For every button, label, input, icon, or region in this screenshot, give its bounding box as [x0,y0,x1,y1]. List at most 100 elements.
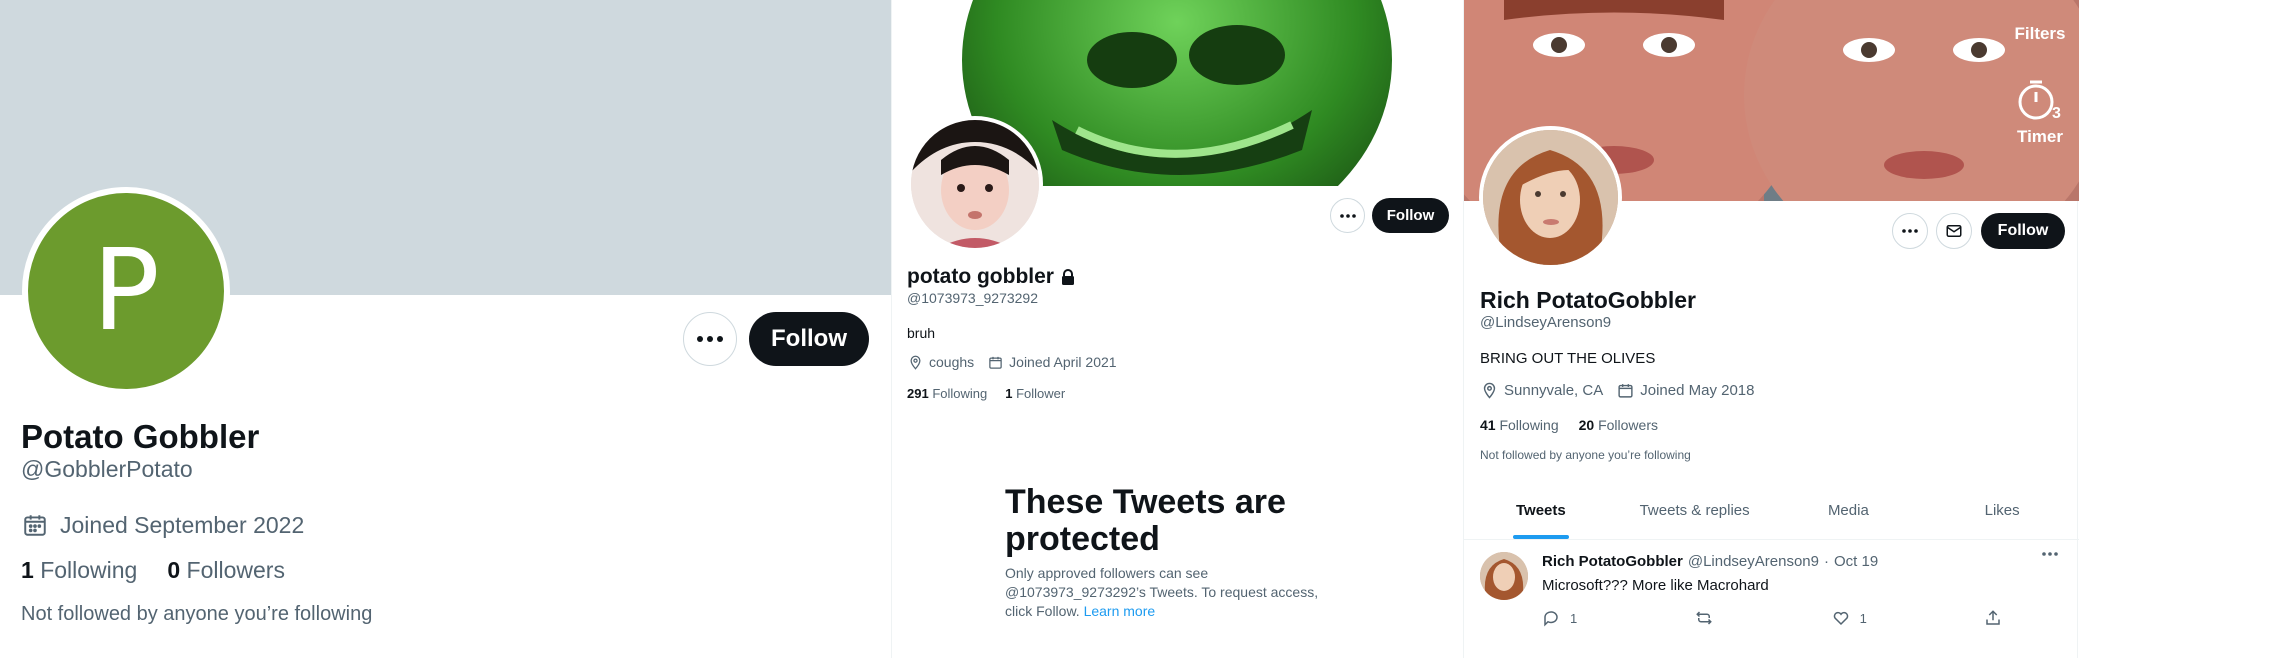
more-button[interactable] [1330,198,1365,233]
profile-meta: Sunnyvale, CA Joined May 2018 [1481,382,1754,399]
profile-panel-potato-gobbler: P Follow Potato Gobbler @GobblerPotato J… [0,0,891,658]
timer-overlay-label: Timer [2017,127,2063,146]
calendar-icon [1618,384,1633,398]
tweet-date[interactable]: Oct 19 [1834,553,1878,570]
filters-overlay: Filters [2012,24,2068,44]
profile-panel-potato-gobbler-protected: Follow potato gobbler @1073973_9273292 b… [891,0,1464,658]
location: coughs [908,354,974,370]
learn-more-link[interactable]: Learn more [1084,603,1156,619]
protected-body: Only approved followers can see @1073973… [1005,564,1345,621]
avatar-image [1483,130,1618,265]
avatar-image [911,120,1039,248]
following-label: Following [40,557,138,583]
display-name: Rich PotatoGobbler [1480,287,1696,313]
filters-overlay-label: Filters [2014,24,2066,43]
profile-tabs: Tweets Tweets & replies Media Likes [1464,482,2079,540]
avatar-letter: P [92,226,160,356]
tweet-separator: · [1823,553,1829,570]
followers-count: 1 [1005,386,1013,401]
not-followed-note: Not followed by anyone you’re following [1480,448,1691,462]
follow-button[interactable]: Follow [1981,213,2065,249]
tab-likes[interactable]: Likes [1925,482,2079,539]
more-dots-icon [2042,552,2058,556]
message-button[interactable] [1936,213,1972,249]
followers-label: Followers [1598,417,1658,433]
not-followed-note: Not followed by anyone you’re following [21,603,373,625]
calendar-icon [24,515,46,536]
display-name: Potato Gobbler [21,418,260,455]
follow-stats: 41 Following 20 Followers [1480,417,1658,433]
handle: @1073973_9273292 [907,290,1039,306]
avatar[interactable] [1479,126,1622,269]
location-label: coughs [929,354,975,370]
more-button[interactable] [1892,213,1928,249]
tweet-avatar[interactable] [1480,552,1528,600]
followers-count: 20 [1578,417,1595,433]
reply-icon [1544,611,1558,627]
follow-stats: 291 Following 1 Follower [907,386,1065,401]
followers-link[interactable]: 1 Follower [1005,386,1065,401]
protected-body-text: Only approved followers can see @1073973… [1005,565,1319,619]
handle: @GobblerPotato [21,456,193,482]
like-count: 1 [1859,610,1867,626]
tab-media[interactable]: Media [1772,482,1926,539]
share-icon [1986,610,2000,625]
following-label: Following [932,386,988,401]
following-count: 1 [21,557,34,583]
more-dots-icon [1339,213,1356,218]
calendar-icon [989,356,1002,369]
protected-title: These Tweets are protected [1005,483,1286,559]
timer-icon: 3 [2016,78,2064,124]
profile-meta: coughs Joined April 2021 [908,354,1117,370]
follow-button[interactable]: Follow [749,312,869,366]
tweet-more-button[interactable] [2042,552,2058,556]
joined-label: Joined April 2021 [1009,354,1117,370]
follow-stats: 1 Following 0 Followers [21,557,285,584]
profile-panel-rich-potatogobbler: Filters 3 Timer Follow Rich PotatoGobble… [1463,0,2079,658]
tab-tweets[interactable]: Tweets [1464,482,1618,539]
bio: bruh [907,325,936,341]
envelope-icon [1946,225,1962,237]
followers-link[interactable]: 20 Followers [1579,417,1658,433]
joined-date: Joined April 2021 [988,354,1117,370]
tweet-author-handle[interactable]: @LindseyArenson9 [1688,553,1819,570]
heart-icon [1833,611,1848,626]
retweet-button[interactable] [1694,609,1714,627]
following-count: 41 [1480,417,1496,433]
handle: @LindseyArenson9 [1480,314,1612,331]
avatar[interactable]: P [22,187,230,395]
following-label: Following [1499,417,1559,433]
follow-button[interactable]: Follow [1372,198,1449,233]
following-link[interactable]: 41 Following [1480,417,1559,433]
tweet-author-name[interactable]: Rich PotatoGobbler [1542,553,1683,570]
bio: BRING OUT THE OLIVES [1480,350,1656,367]
svg-text:3: 3 [2052,105,2061,122]
following-link[interactable]: 1 Following [21,557,137,584]
joined-label: Joined May 2018 [1640,382,1755,399]
location: Sunnyvale, CA [1481,382,1603,399]
joined-label: Joined September 2022 [60,511,305,538]
retweet-icon [1696,611,1713,625]
tweet-text: Microsoft??? More like Macrohard [1542,577,1769,594]
avatar[interactable] [907,116,1043,252]
more-button[interactable] [683,312,737,366]
tab-tweets-replies[interactable]: Tweets & replies [1618,482,1772,539]
more-dots-icon [1902,229,1918,233]
tweet-avatar-image [1480,552,1528,600]
reply-count: 1 [1570,610,1578,626]
following-link[interactable]: 291 Following [907,386,987,401]
reply-button[interactable]: 1 [1542,609,1577,627]
location-pin-icon [910,355,921,370]
location-label: Sunnyvale, CA [1504,382,1604,399]
followers-link[interactable]: 0 Followers [167,557,285,584]
display-name: potato gobbler [907,265,1054,288]
lock-icon [1061,268,1074,285]
share-button[interactable] [1984,609,2002,627]
like-button[interactable]: 1 [1832,609,1867,627]
tweet-header: Rich PotatoGobbler @LindseyArenson9 · Oc… [1542,553,1878,570]
location-pin-icon [1483,382,1496,399]
joined-date: Joined September 2022 [22,509,304,541]
more-dots-icon [697,336,723,342]
followers-count: 0 [167,557,181,583]
tweet-actions: 1 1 [1542,609,2002,627]
